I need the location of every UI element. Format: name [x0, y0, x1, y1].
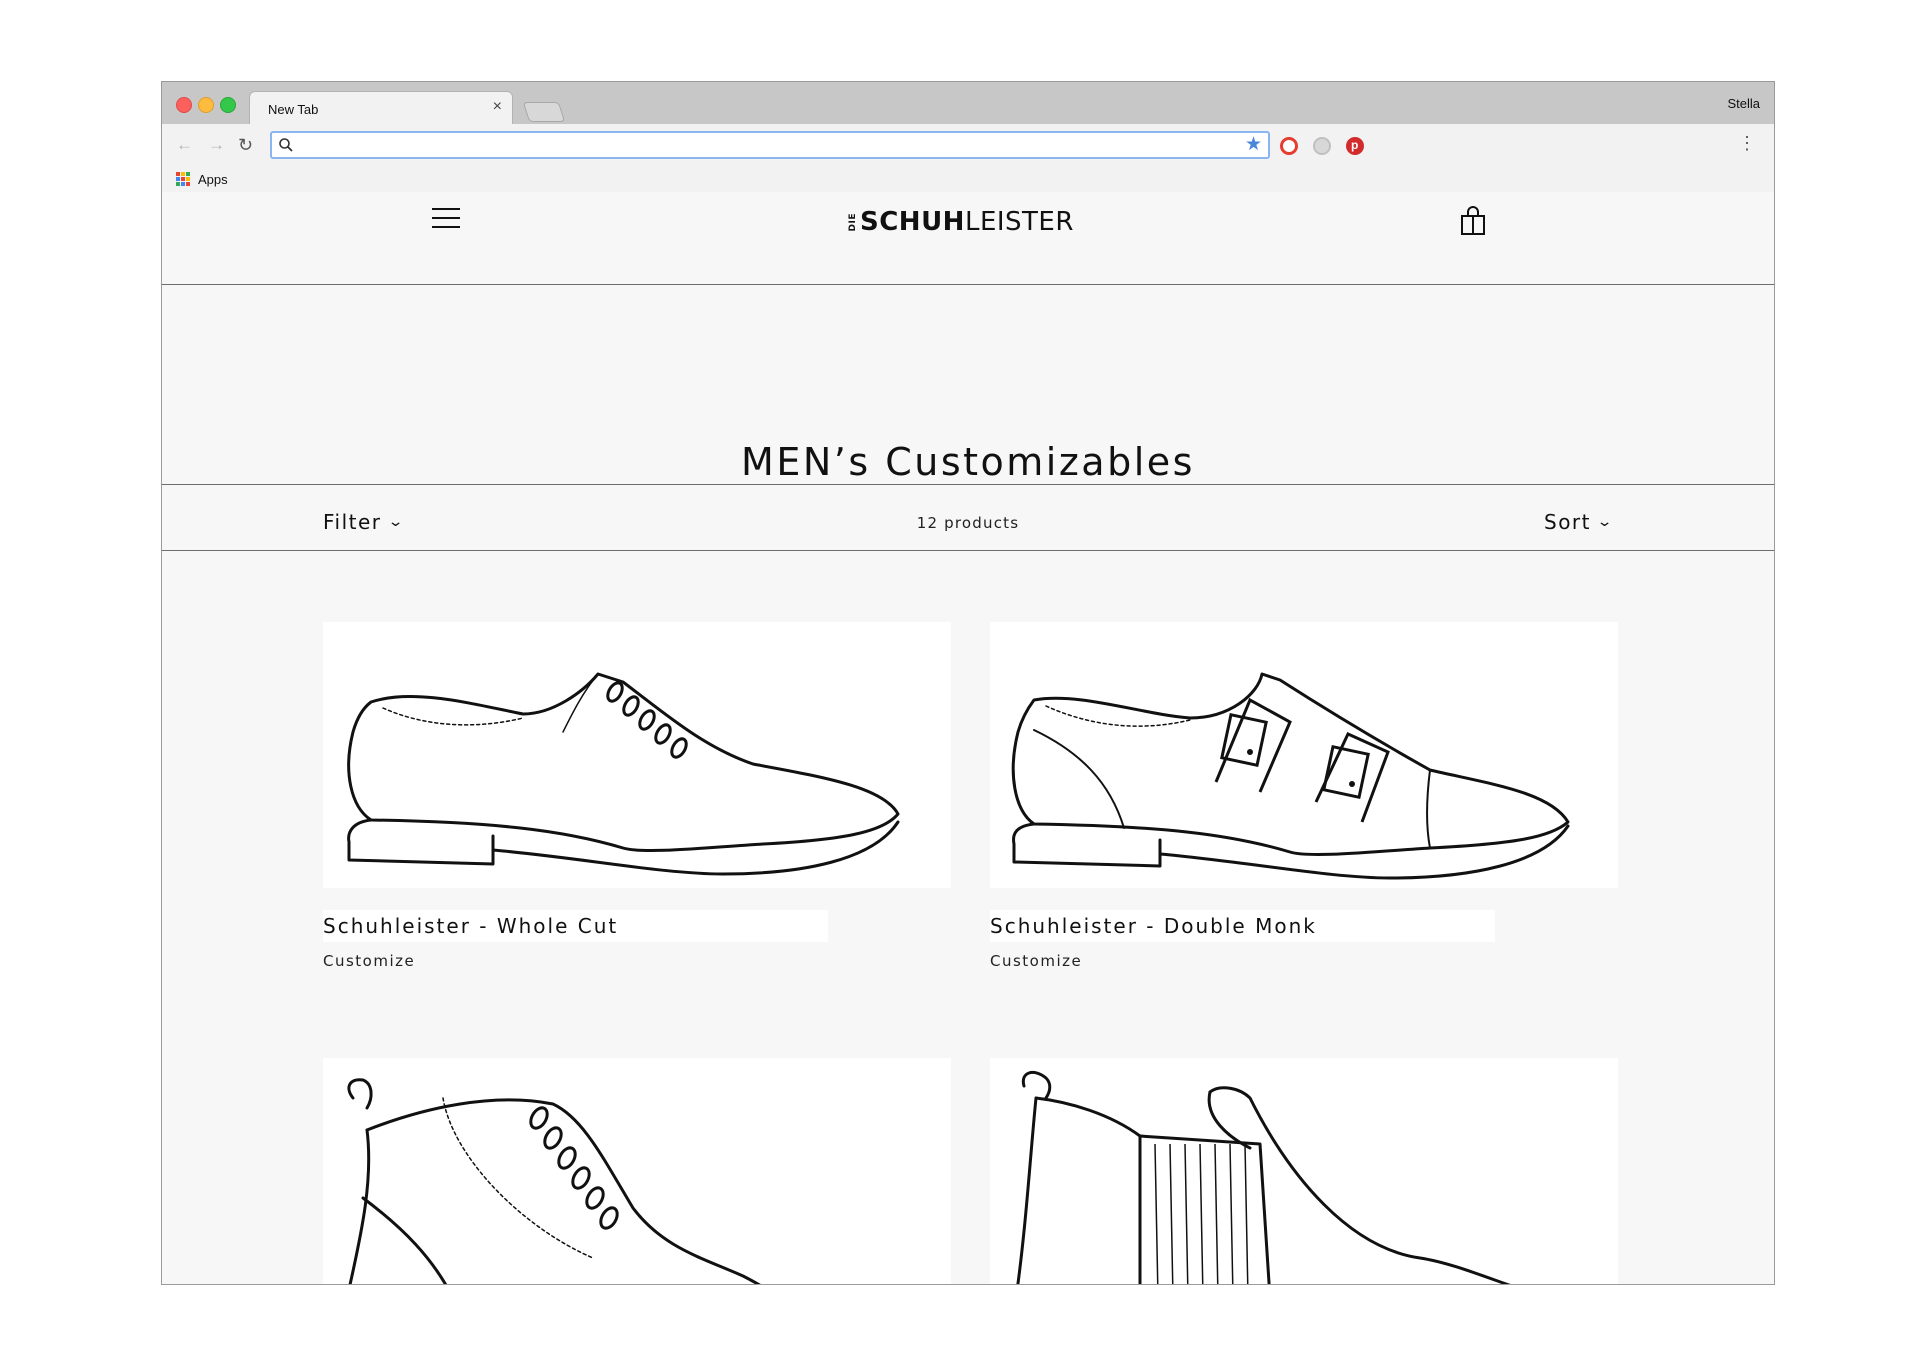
product-name[interactable]: Schuhleister - Double Monk	[990, 910, 1495, 942]
forward-arrow-icon[interactable]: →	[208, 136, 225, 154]
sort-label: Sort	[1544, 510, 1591, 534]
product-image[interactable]	[990, 622, 1618, 888]
monk-strap-shoe-sketch-icon	[1011, 672, 1570, 880]
opera-extension-icon[interactable]	[1280, 137, 1298, 155]
tab-close-icon[interactable]: ×	[493, 99, 502, 115]
pinterest-extension-icon[interactable]: p	[1346, 137, 1364, 155]
product-image[interactable]	[990, 1058, 1618, 1284]
new-tab-button[interactable]	[522, 102, 566, 122]
toolbar-bottom-divider	[162, 550, 1774, 551]
address-input[interactable]	[300, 133, 1224, 159]
product-name[interactable]: Schuhleister - Whole Cut	[323, 910, 828, 942]
shopping-bag-icon[interactable]	[1460, 206, 1486, 236]
extension-icon[interactable]	[1313, 137, 1331, 155]
product-count: 12 products	[916, 514, 1020, 532]
page-title: MEN’s Customizables	[741, 440, 1195, 484]
browser-window: New Tab × Stella ← → ↻ ★ p ⋮ Apps DIE SC…	[162, 82, 1774, 1284]
oxford-shoe-sketch-icon	[347, 672, 900, 876]
browser-toolbar: ← → ↻ ★ p ⋮	[162, 124, 1774, 166]
bookmark-star-icon[interactable]: ★	[1245, 134, 1262, 156]
search-icon	[279, 138, 293, 152]
profile-name[interactable]: Stella	[1727, 96, 1760, 111]
back-arrow-icon[interactable]: ←	[176, 136, 193, 154]
product-card[interactable]: Schuhleister - Double Monk Customize	[990, 622, 1618, 970]
close-window-button[interactable]	[176, 97, 192, 113]
browser-menu-icon[interactable]: ⋮	[1738, 134, 1756, 152]
logo-prefix: DIE	[848, 212, 858, 232]
product-card[interactable]	[990, 1058, 1618, 1284]
customize-link[interactable]: Customize	[323, 952, 951, 970]
sort-dropdown[interactable]: Sort ⌄	[1544, 510, 1615, 534]
browser-tab[interactable]: New Tab ×	[250, 92, 512, 124]
product-card[interactable]	[323, 1058, 951, 1284]
website: DIE SCHUH LEISTER MEN’s Customizables Fi…	[162, 192, 1774, 1284]
address-bar[interactable]: ★	[270, 131, 1270, 159]
customize-link[interactable]: Customize	[990, 952, 1618, 970]
product-card[interactable]: Schuhleister - Whole Cut Customize	[323, 622, 951, 970]
product-image[interactable]	[323, 622, 951, 888]
chelsea-boot-sketch-icon	[1016, 1070, 1511, 1284]
tab-title: New Tab	[268, 102, 319, 117]
apps-grid-icon[interactable]	[176, 172, 190, 186]
chevron-down-icon: ⌄	[1596, 514, 1615, 530]
title-bar: New Tab × Stella	[162, 82, 1774, 124]
zoom-window-button[interactable]	[220, 97, 236, 113]
site-logo[interactable]: DIE SCHUH LEISTER	[848, 202, 1074, 242]
apps-bookmark[interactable]: Apps	[198, 172, 228, 187]
minimize-window-button[interactable]	[198, 97, 214, 113]
logo-bold-part: SCHUH	[860, 207, 965, 237]
lace-up-boot-sketch-icon	[347, 1078, 761, 1284]
toolbar-top-divider	[162, 484, 1774, 485]
logo-light-part: LEISTER	[964, 207, 1074, 237]
bookmarks-bar: Apps	[162, 166, 1774, 192]
header-divider	[162, 284, 1774, 285]
product-image[interactable]	[323, 1058, 951, 1284]
menu-hamburger-icon[interactable]	[432, 208, 460, 230]
reload-icon[interactable]: ↻	[238, 136, 253, 154]
